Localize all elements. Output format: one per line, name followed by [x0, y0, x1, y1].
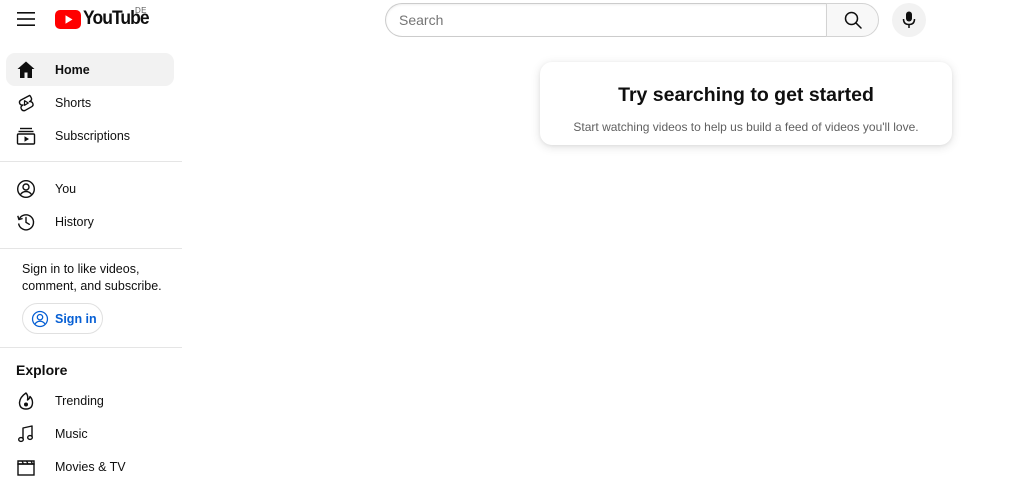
- shorts-icon: [15, 92, 36, 113]
- account-circle-icon: [31, 310, 49, 327]
- sidebar-item-label: Shorts: [55, 95, 92, 110]
- sidebar-item-history[interactable]: History: [6, 205, 174, 238]
- sidebar-item-label: Subscriptions: [55, 128, 131, 143]
- movies-icon: [15, 456, 36, 477]
- home-icon: [15, 59, 36, 80]
- signin-prompt: Sign in to like videos, comment, and sub…: [22, 262, 162, 293]
- sign-in-label: Sign in: [55, 311, 97, 326]
- explore-heading: Explore: [16, 362, 68, 378]
- search-icon: [844, 11, 862, 29]
- trending-icon: [15, 390, 36, 411]
- empty-feed-card: Try searching to get started Start watch…: [540, 62, 952, 145]
- microphone-icon: [902, 11, 916, 28]
- sidebar-item-trending[interactable]: Trending: [6, 384, 174, 417]
- sidebar-item-movies-tv[interactable]: Movies & TV: [6, 450, 174, 478]
- empty-feed-subtitle: Start watching videos to help us build a…: [573, 120, 919, 134]
- sidebar-item-you[interactable]: You: [6, 172, 174, 205]
- account-icon: [15, 178, 36, 199]
- subscriptions-icon: [15, 125, 36, 146]
- youtube-logo-icon: [55, 9, 81, 29]
- sidebar-item-label: You: [55, 181, 77, 196]
- country-code: DE: [135, 6, 147, 15]
- sidebar: Home Shorts Subscriptions You History Si…: [0, 49, 182, 478]
- sidebar-item-music[interactable]: Music: [6, 417, 174, 450]
- sidebar-item-subscriptions[interactable]: Subscriptions: [6, 119, 174, 152]
- sidebar-divider: [0, 161, 182, 162]
- menu-button[interactable]: [10, 3, 42, 35]
- search-input[interactable]: [399, 12, 827, 28]
- search-button[interactable]: [826, 3, 879, 37]
- sidebar-item-label: Home: [55, 62, 90, 77]
- history-icon: [15, 211, 36, 232]
- sidebar-item-label: Music: [55, 426, 88, 441]
- empty-feed-title: Try searching to get started: [618, 84, 874, 106]
- sidebar-item-label: Trending: [55, 393, 104, 408]
- sign-in-button[interactable]: Sign in: [22, 303, 103, 334]
- sidebar-divider: [0, 347, 182, 348]
- voice-search-button[interactable]: [892, 3, 926, 37]
- sidebar-item-label: Movies & TV: [55, 459, 126, 474]
- sidebar-item-label: History: [55, 214, 94, 229]
- sidebar-divider: [0, 248, 182, 249]
- hamburger-icon: [17, 12, 35, 26]
- sidebar-item-shorts[interactable]: Shorts: [6, 86, 174, 119]
- music-icon: [15, 423, 36, 444]
- sidebar-item-home[interactable]: Home: [6, 53, 174, 86]
- search-box[interactable]: [385, 3, 827, 37]
